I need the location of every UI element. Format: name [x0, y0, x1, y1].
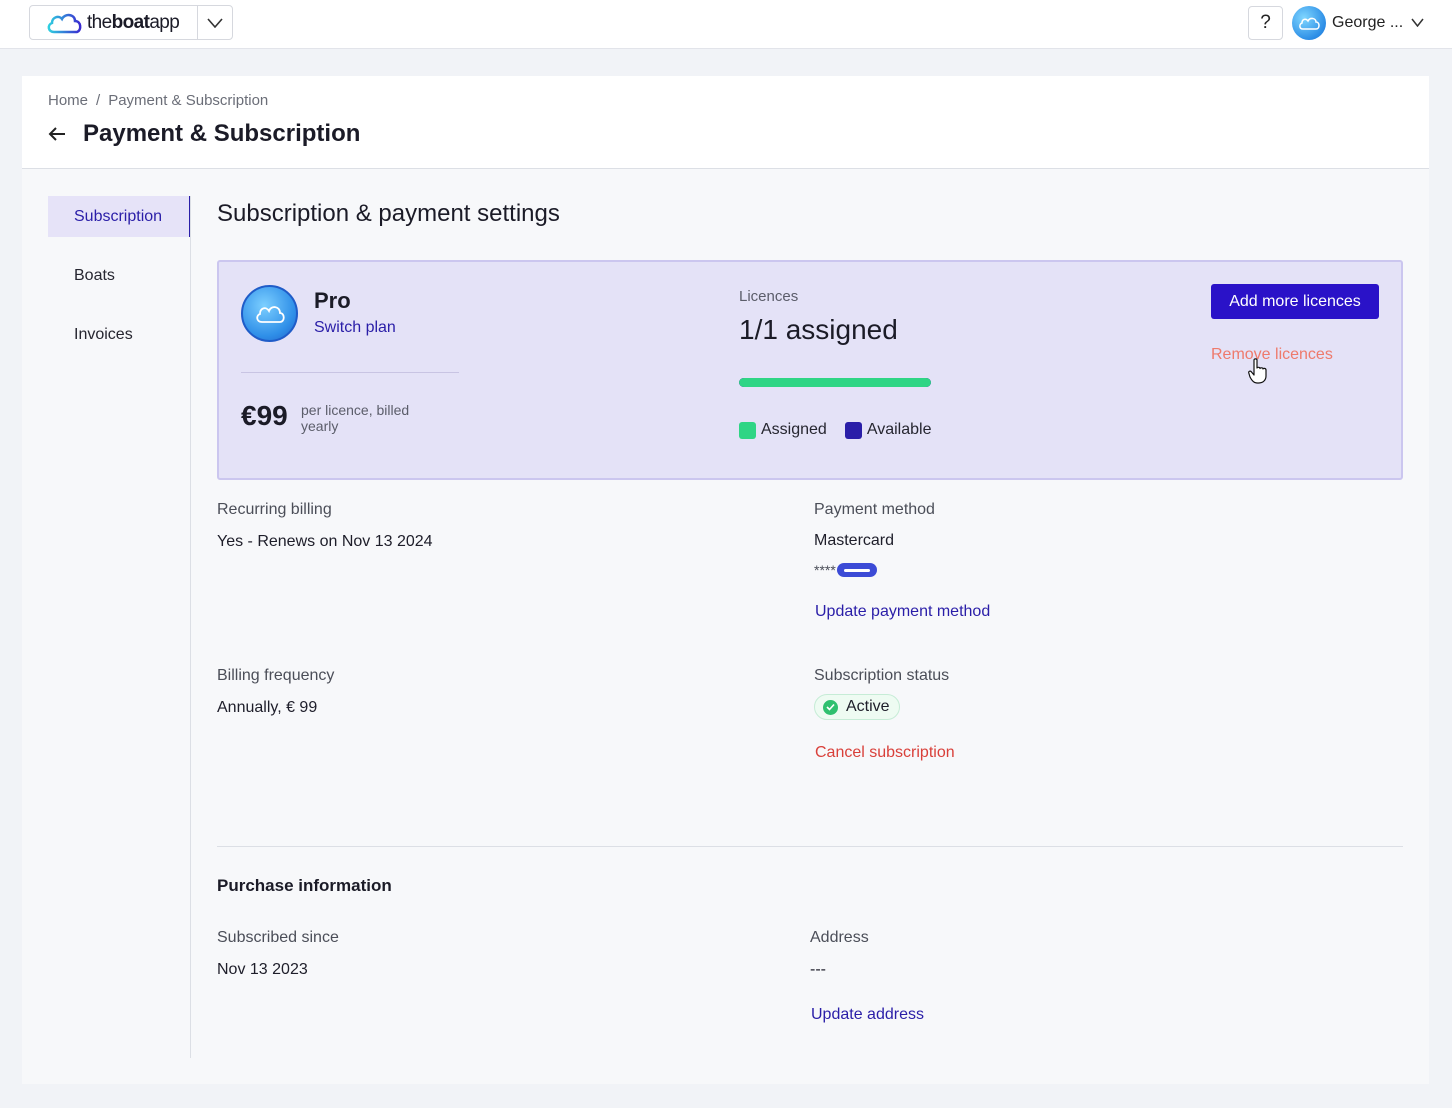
chevron-down-icon [207, 17, 223, 28]
question-mark-icon: ? [1260, 12, 1271, 33]
licences-label: Licences [739, 288, 799, 305]
page-title: Payment & Subscription [83, 120, 361, 147]
price-note: per licence, billed yearly [301, 402, 410, 434]
app-switcher-dropdown[interactable] [197, 6, 232, 39]
app-switcher[interactable]: theboatapp [29, 5, 233, 40]
app-name: theboatapp [87, 12, 180, 33]
recurring-billing-value: Yes - Renews on Nov 13 2024 [217, 533, 433, 550]
card-number-masked: **** [814, 562, 877, 578]
plan-price: €99 [241, 400, 288, 431]
plan-icon [241, 285, 298, 342]
section-heading: Subscription & payment settings [217, 200, 560, 227]
avatar [1292, 5, 1326, 40]
address-label: Address [810, 929, 869, 946]
divider [241, 372, 459, 373]
legend-available-swatch [844, 421, 862, 439]
cancel-subscription-link[interactable]: Cancel subscription [815, 744, 955, 762]
licences-legend: Assigned Available [739, 421, 931, 439]
cloud-icon [255, 305, 285, 323]
legend-assigned-label: Assigned [761, 421, 827, 438]
sidebar: Subscription Boats Invoices [48, 196, 191, 373]
legend-available-label: Available [866, 421, 932, 438]
update-address-link[interactable]: Update address [811, 1006, 924, 1024]
switch-plan-link[interactable]: Switch plan [314, 319, 396, 337]
hand-cursor-icon [1248, 358, 1267, 384]
payment-method-value: Mastercard [814, 532, 895, 549]
app-logo[interactable]: theboatapp [46, 11, 180, 35]
subscription-status-label: Subscription status [814, 667, 950, 684]
breadcrumb-home[interactable]: Home [48, 92, 88, 109]
check-circle-icon [823, 699, 838, 715]
breadcrumb-separator: / [96, 92, 101, 109]
plan-card: Pro Switch plan €99 per licence, billed … [217, 260, 1403, 480]
subscribed-since-value: Nov 13 2023 [217, 961, 308, 978]
plan-name: Pro [314, 288, 351, 313]
user-name: George ... [1332, 13, 1404, 31]
cloud-logo-icon [47, 13, 82, 34]
subscribed-since-label: Subscribed since [217, 929, 339, 946]
payment-method-label: Payment method [814, 501, 935, 518]
add-more-licences-button[interactable]: Add more licences [1211, 284, 1379, 319]
address-value: --- [810, 961, 826, 978]
page-container: Home / Payment & Subscription Payment & … [22, 76, 1429, 1084]
recurring-billing-label: Recurring billing [217, 501, 332, 518]
billing-frequency-label: Billing frequency [217, 667, 335, 684]
breadcrumb: Home / Payment & Subscription [48, 92, 268, 109]
licences-progress-bar [739, 378, 931, 387]
cloud-icon [1299, 17, 1320, 30]
legend-assigned-swatch [739, 421, 756, 439]
licences-value: 1/1 assigned [739, 314, 898, 345]
user-menu[interactable]: George ... [1292, 5, 1424, 40]
page-header: Home / Payment & Subscription Payment & … [22, 76, 1429, 169]
back-arrow-icon[interactable] [48, 126, 66, 142]
billing-frequency-value: Annually, € 99 [217, 699, 318, 716]
update-payment-method-link[interactable]: Update payment method [815, 603, 990, 621]
remove-licences-link[interactable]: Remove licences [1211, 346, 1333, 364]
purchase-information-heading: Purchase information [217, 876, 392, 895]
chevron-down-icon [1411, 18, 1424, 27]
top-bar: theboatapp ? George ... [0, 0, 1452, 49]
card-number-redacted [836, 563, 877, 577]
breadcrumb-current: Payment & Subscription [108, 92, 269, 109]
sidebar-item-invoices[interactable]: Invoices [48, 314, 191, 355]
sidebar-divider [190, 196, 191, 1058]
licences-progress-fill [739, 378, 931, 387]
help-button[interactable]: ? [1248, 6, 1283, 40]
sidebar-item-boats[interactable]: Boats [48, 255, 191, 296]
divider [217, 846, 1403, 847]
status-badge: Active [814, 694, 900, 720]
sidebar-item-subscription[interactable]: Subscription [48, 196, 191, 237]
